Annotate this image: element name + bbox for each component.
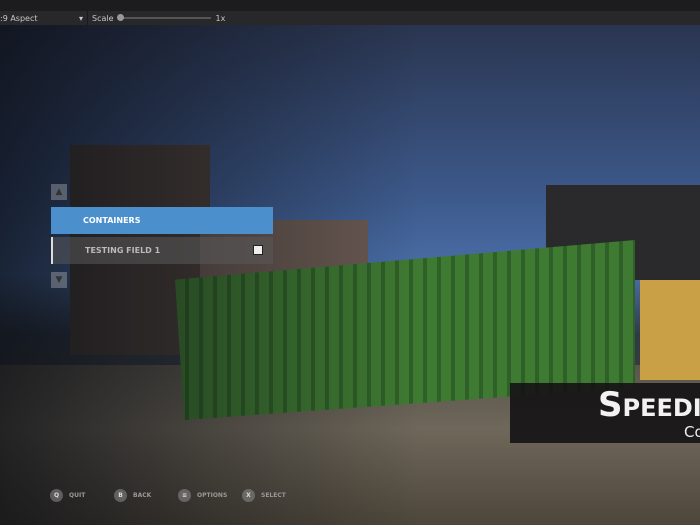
menu-button-icon: ≡ xyxy=(178,489,191,502)
menu-item-testing-field-1[interactable]: TESTING FIELD 1 xyxy=(51,237,273,264)
scale-value: 1x xyxy=(215,13,226,23)
checkbox[interactable] xyxy=(253,245,263,255)
dropdown-arrow-icon: ▾ xyxy=(78,13,83,23)
scale-label: Scale xyxy=(92,13,114,23)
menu-item-containers[interactable]: CONTAINERS xyxy=(51,207,273,234)
scroll-up-button[interactable]: ▲ xyxy=(51,184,67,200)
scale-slider-knob[interactable] xyxy=(116,14,124,21)
footer-hints: Q QUIT B BACK ≡ OPTIONS X SELECT xyxy=(50,489,306,502)
down-arrow-icon: ▼ xyxy=(55,275,63,285)
hint-label: SELECT xyxy=(261,492,286,499)
menu-item-label: TESTING FIELD 1 xyxy=(85,246,161,255)
editor-top-bar xyxy=(0,0,700,11)
b-button-icon: B xyxy=(114,489,127,502)
title-text: Speedi xyxy=(598,385,700,425)
hint-label: OPTIONS xyxy=(197,492,228,499)
game-viewport: ▲ CONTAINERS TESTING FIELD 1 ▼ Speedi Co… xyxy=(0,25,700,525)
hint-label: QUIT xyxy=(69,492,86,499)
subtitle-text: Co xyxy=(684,423,700,441)
x-button-icon: X xyxy=(242,489,255,502)
scale-slider[interactable] xyxy=(116,14,211,21)
aspect-label: :9 Aspect xyxy=(0,13,38,23)
up-arrow-icon: ▲ xyxy=(55,187,63,197)
menu-item-label: CONTAINERS xyxy=(83,216,141,225)
aspect-dropdown[interactable]: :9 Aspect ▾ xyxy=(0,11,88,25)
game-view-toolbar: :9 Aspect ▾ Scale 1x xyxy=(0,11,700,25)
select-hint[interactable]: X SELECT xyxy=(242,489,306,502)
options-hint[interactable]: ≡ OPTIONS xyxy=(178,489,242,502)
level-title-banner: Speedi Co xyxy=(510,383,700,443)
quit-hint[interactable]: Q QUIT xyxy=(50,489,114,502)
hint-label: BACK xyxy=(133,492,152,499)
vignette xyxy=(0,25,700,525)
quit-button-icon: Q xyxy=(50,489,63,502)
scale-control: Scale 1x xyxy=(92,14,225,23)
scroll-down-button[interactable]: ▼ xyxy=(51,272,67,288)
back-hint[interactable]: B BACK xyxy=(114,489,178,502)
